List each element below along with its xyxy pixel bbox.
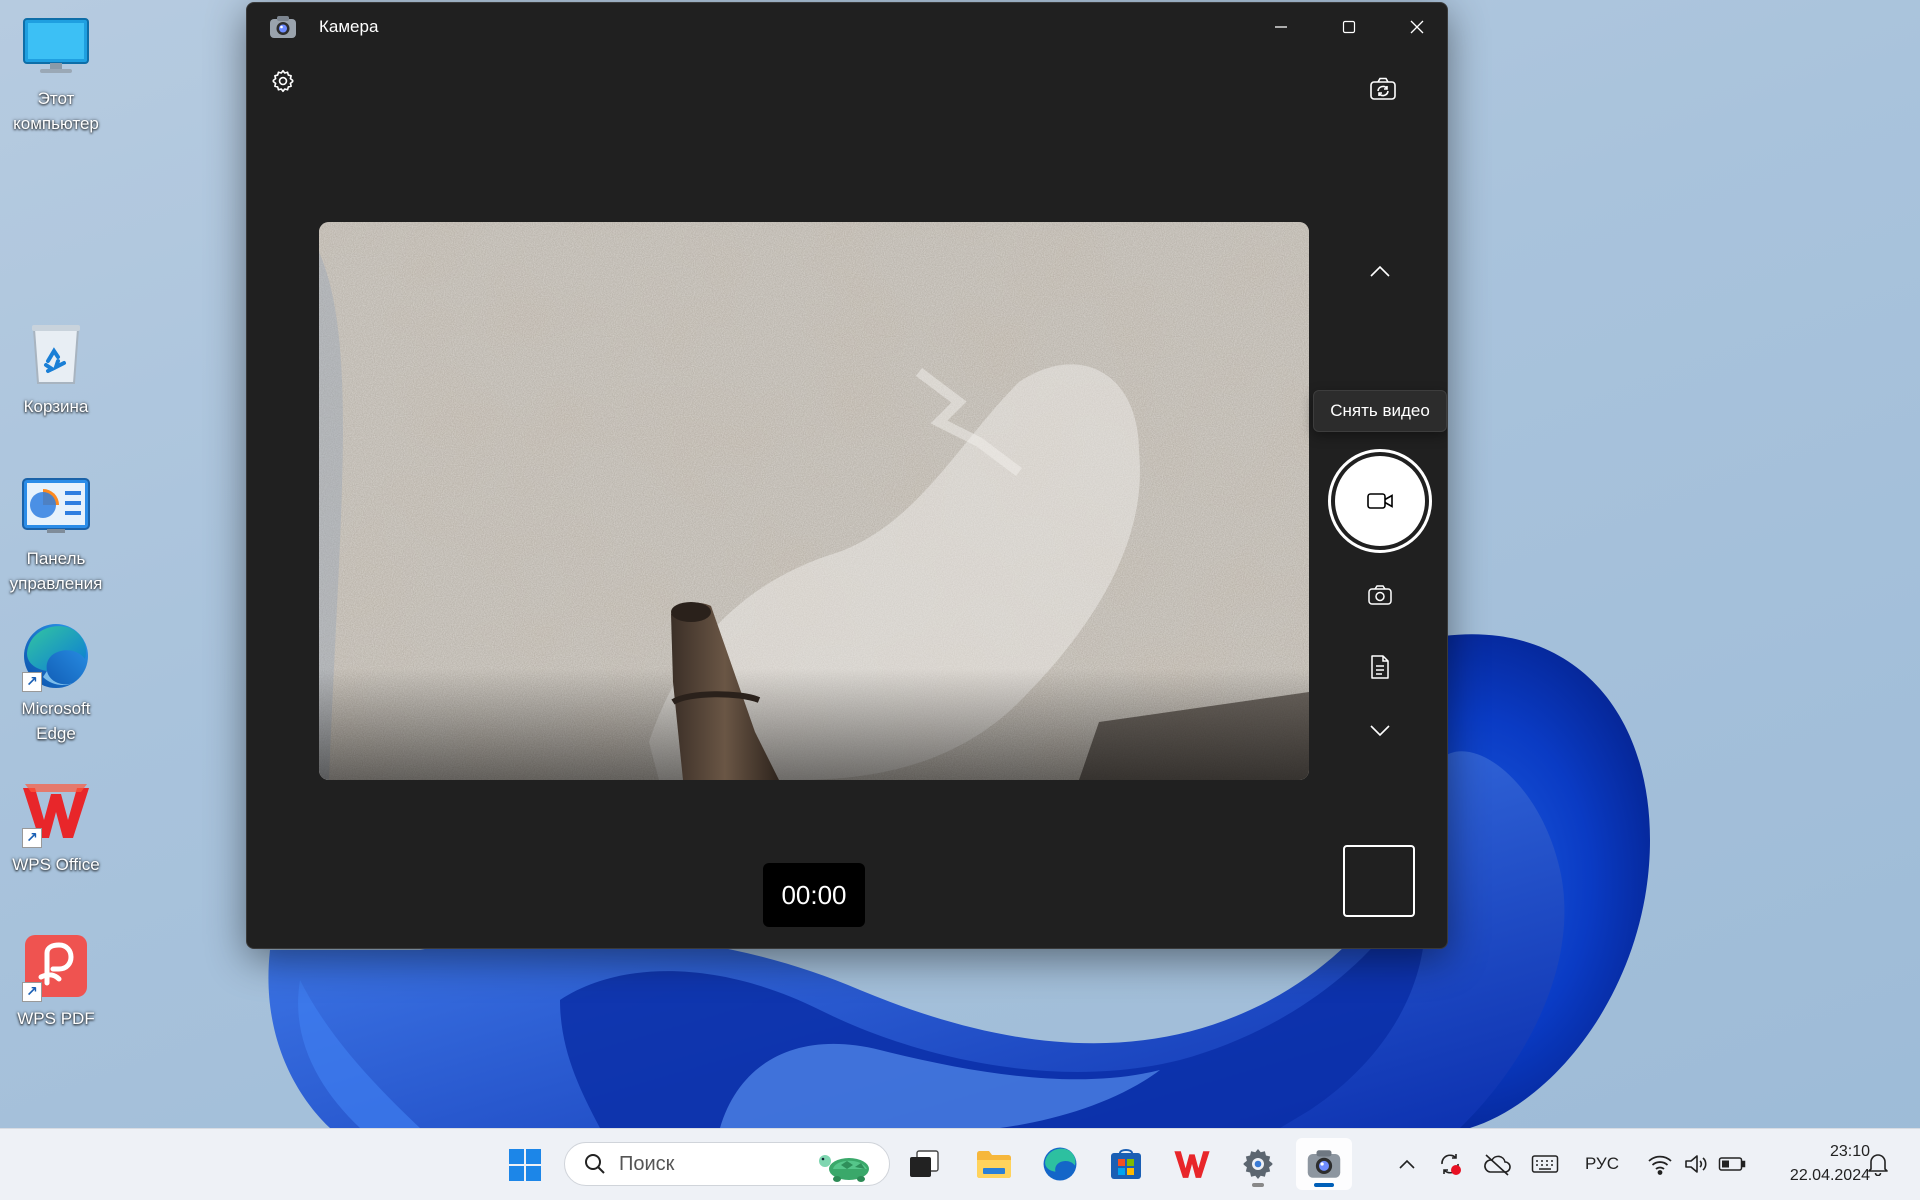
notifications-button[interactable] (1862, 1148, 1894, 1180)
tray-battery[interactable] (1716, 1148, 1748, 1180)
settings-gear-icon (1243, 1149, 1273, 1179)
shortcut-arrow-icon: ↗ (22, 982, 42, 1002)
wps-office-icon: ↗ (20, 776, 92, 848)
speaker-icon (1685, 1155, 1707, 1173)
search-highlight-turtle-icon (819, 1155, 869, 1182)
window-title: Камера (319, 17, 379, 36)
scroll-up-button[interactable] (1358, 249, 1402, 293)
desktop-icon-control-panel[interactable]: Панель управления (0, 470, 112, 596)
taskbar-settings[interactable] (1230, 1138, 1286, 1190)
tray-onedrive[interactable] (1480, 1148, 1514, 1180)
input-language-indicator[interactable]: РУС (1576, 1148, 1628, 1180)
document-icon (1371, 655, 1389, 679)
record-video-button[interactable] (1328, 449, 1432, 553)
title-bar[interactable]: Камера (247, 3, 1447, 51)
camera-preview-image (319, 222, 1309, 780)
start-button[interactable] (497, 1139, 553, 1191)
recycle-bin-icon (20, 318, 92, 390)
scroll-down-button[interactable] (1358, 709, 1402, 753)
taskbar-edge[interactable] (1032, 1138, 1088, 1190)
clock-date: 22.04.2024 (1789, 1167, 1870, 1184)
tray-touch-keyboard[interactable] (1528, 1148, 1562, 1180)
active-app-indicator (1314, 1183, 1334, 1187)
desktop-icon-wps-office[interactable]: ↗ WPS Office (0, 776, 112, 877)
minimize-button[interactable] (1247, 3, 1315, 51)
taskbar-camera[interactable] (1296, 1138, 1352, 1190)
edge-icon (1043, 1147, 1077, 1181)
settings-button[interactable] (267, 65, 299, 97)
clock-time: 23:10 (1829, 1143, 1870, 1160)
task-view-icon (910, 1150, 939, 1177)
sync-alert-icon (1441, 1154, 1461, 1175)
close-button[interactable] (1383, 3, 1447, 51)
show-hidden-icons-button[interactable] (1392, 1148, 1422, 1180)
keyboard-icon (1531, 1155, 1559, 1173)
desktop-icon-recycle-bin[interactable]: Корзина (0, 318, 112, 419)
desktop-icon-edge[interactable]: ↗ Microsoft Edge (0, 620, 112, 746)
gear-icon (272, 69, 294, 93)
taskbar-microsoft-store[interactable] (1098, 1138, 1154, 1190)
control-panel-icon (20, 470, 92, 542)
switch-camera-button[interactable] (1365, 71, 1401, 107)
wps-office-icon (1174, 1151, 1210, 1178)
record-video-tooltip: Снять видео (1313, 390, 1447, 432)
taskbar-clock[interactable]: 23:10 22.04.2024 (1752, 1140, 1870, 1188)
wps-pdf-icon: ↗ (20, 930, 92, 1002)
recording-timer: 00:00 (763, 863, 865, 927)
desktop-icon-label: Microsoft Edge (21, 699, 91, 743)
desktop-icon-label: Этот компьютер (13, 89, 99, 133)
gallery-thumbnail-button[interactable] (1343, 845, 1415, 917)
cloud-offline-icon (1484, 1154, 1511, 1176)
tray-sync-status[interactable] (1434, 1148, 1466, 1180)
search-icon (581, 1150, 609, 1178)
video-camera-icon (1367, 493, 1393, 509)
maximize-button[interactable] (1315, 3, 1383, 51)
desktop-icon-this-pc[interactable]: Этот компьютер (0, 10, 112, 136)
chevron-up-icon (1399, 1159, 1415, 1169)
folder-icon (977, 1151, 1011, 1178)
chevron-down-icon (1370, 725, 1390, 737)
running-indicator (1252, 1183, 1264, 1187)
switch-camera-icon (1370, 77, 1396, 100)
edge-icon: ↗ (20, 620, 92, 692)
battery-icon (1718, 1157, 1746, 1171)
chevron-up-icon (1370, 265, 1390, 277)
photo-camera-icon (1368, 585, 1392, 605)
shortcut-arrow-icon: ↗ (22, 672, 42, 692)
camera-app-icon (270, 16, 296, 38)
store-icon (1111, 1149, 1141, 1179)
camera-app-icon (1307, 1150, 1341, 1178)
bell-icon (1868, 1154, 1888, 1176)
taskbar-wps-office[interactable] (1164, 1138, 1220, 1190)
shortcut-arrow-icon: ↗ (22, 828, 42, 848)
taskbar-file-explorer[interactable] (966, 1138, 1022, 1190)
taskbar-task-view[interactable] (896, 1138, 952, 1190)
desktop-icon-wps-pdf[interactable]: ↗ WPS PDF (0, 930, 112, 1031)
camera-viewfinder[interactable] (319, 222, 1309, 780)
desktop-icon-label: Панель управления (9, 549, 103, 593)
minimize-icon (1275, 26, 1287, 28)
taskbar-search-box[interactable]: Поиск (564, 1142, 890, 1186)
windows-logo-icon (509, 1149, 541, 1181)
taskbar (0, 1128, 1920, 1200)
this-pc-icon (20, 10, 92, 82)
maximize-icon (1342, 20, 1356, 34)
wifi-icon (1648, 1155, 1672, 1175)
close-icon (1410, 20, 1424, 34)
desktop-icon-label: WPS Office (12, 855, 100, 874)
camera-window: Камера Снять видео 00:00 (246, 2, 1448, 949)
document-mode-button[interactable] (1358, 645, 1402, 689)
desktop-icon-label: WPS PDF (17, 1009, 95, 1028)
photo-mode-button[interactable] (1358, 573, 1402, 617)
tray-volume[interactable] (1680, 1148, 1712, 1180)
desktop-icon-label: Корзина (23, 397, 89, 416)
search-placeholder: Поиск (619, 1152, 675, 1175)
tray-network[interactable] (1644, 1148, 1676, 1180)
